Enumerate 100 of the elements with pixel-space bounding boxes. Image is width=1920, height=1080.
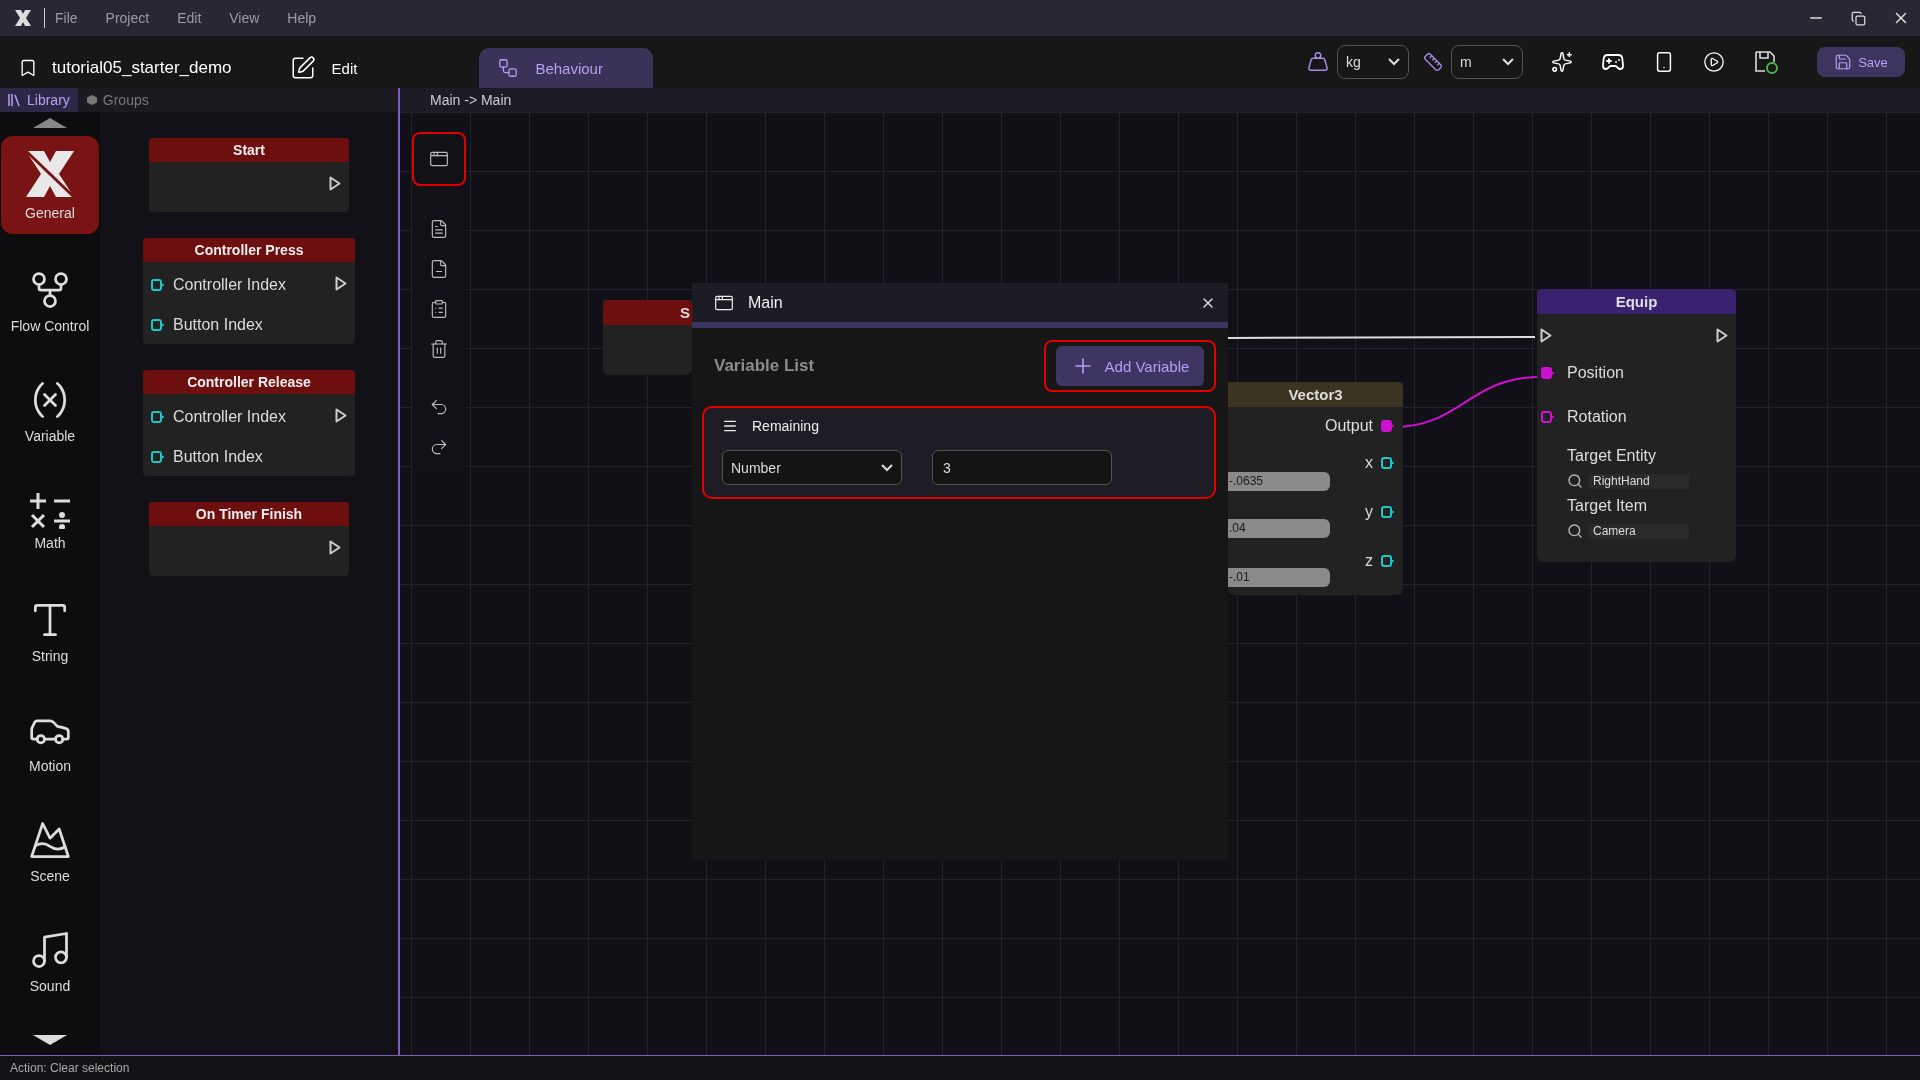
field-label: Target Entity — [1567, 447, 1656, 465]
mode-tab[interactable]: Behaviour — [479, 48, 654, 88]
breadcrumb: Main -> Main — [430, 92, 512, 108]
node-title: Equip — [1615, 293, 1658, 310]
general-logo-icon — [24, 149, 76, 199]
add-variable-button[interactable]: Add Variable — [1056, 346, 1204, 386]
number-field[interactable]: -.0635 — [1228, 472, 1330, 491]
menu-item[interactable]: Help — [287, 10, 317, 26]
node-title: Start — [149, 138, 349, 162]
menu-item[interactable]: View — [229, 10, 260, 26]
save-icon — [1834, 53, 1853, 71]
logo-icon — [14, 9, 32, 27]
save-sync-icon[interactable] — [1753, 49, 1779, 75]
library-node[interactable]: Start — [149, 138, 349, 212]
redo-icon — [429, 437, 449, 457]
category-item[interactable]: Motion — [1, 686, 99, 796]
scroll-down-icon[interactable] — [33, 1035, 67, 1045]
port-icon — [1381, 456, 1395, 469]
port-icon — [151, 279, 165, 291]
project-name: tutorial05_starter_demo — [52, 58, 232, 78]
type-select[interactable]: Number — [722, 450, 902, 485]
restore-icon[interactable] — [1851, 10, 1866, 26]
search-field[interactable]: RightHand — [1567, 471, 1736, 491]
math-icon — [28, 491, 72, 529]
save-button[interactable]: Save — [1817, 47, 1905, 77]
flow-port-icon — [1540, 328, 1552, 343]
port-label: Position — [1567, 364, 1624, 382]
category-item[interactable]: General — [1, 136, 99, 234]
category-item[interactable]: String — [1, 576, 99, 686]
search-field[interactable]: Camera — [1567, 521, 1736, 541]
workflow-icon — [497, 57, 520, 79]
mode-tab[interactable]: Edit — [289, 48, 384, 88]
document-icon — [429, 219, 449, 239]
sparkle-icon[interactable] — [1551, 51, 1573, 73]
port-label: Button Index — [173, 448, 263, 466]
flow-port-icon — [335, 276, 347, 291]
status-text: Action: Clear selection — [10, 1061, 130, 1075]
field-label: Target Item — [1567, 497, 1648, 515]
chevron-down-icon — [1388, 58, 1400, 66]
category-item[interactable]: Sound — [1, 906, 99, 1016]
category-item[interactable]: Scene — [1, 796, 99, 906]
menu-item[interactable]: Edit — [177, 10, 202, 26]
port-icon — [151, 411, 165, 423]
chevron-down-icon — [1502, 58, 1514, 66]
port-icon — [1381, 554, 1395, 567]
node-title: Vector3 — [1288, 386, 1343, 403]
port-label: Rotation — [1567, 408, 1627, 426]
library-node[interactable]: On Timer Finish — [149, 502, 349, 576]
port-icon — [1381, 505, 1395, 518]
value-field[interactable]: 3 — [932, 450, 1112, 485]
cube-icon — [85, 94, 98, 106]
library-node[interactable]: Controller Release Controller Index Button Index — [143, 370, 355, 476]
play-icon[interactable] — [1703, 51, 1725, 73]
edit-icon — [289, 55, 316, 81]
undo-icon — [429, 397, 449, 417]
tool-button[interactable] — [412, 132, 466, 186]
category-item[interactable]: Flow Control — [1, 246, 99, 356]
menu-icon[interactable] — [722, 418, 738, 434]
library-node[interactable]: Controller Press Controller Index Button Index — [143, 238, 355, 344]
flow-port-icon — [329, 176, 341, 191]
unit-select[interactable]: kg — [1337, 45, 1409, 79]
port-label: z — [1365, 551, 1373, 570]
dialog-title: Main — [748, 293, 783, 312]
port-label: Button Index — [173, 316, 263, 334]
number-field[interactable]: -.01 — [1228, 568, 1330, 587]
node-title: On Timer Finish — [149, 502, 349, 526]
flow-port-icon — [1716, 328, 1728, 343]
port-label: Controller Index — [173, 276, 286, 294]
unit-select[interactable]: m — [1451, 45, 1523, 79]
chevron-down-icon — [881, 463, 893, 472]
port-icon — [1541, 367, 1555, 379]
port-label: x — [1365, 453, 1373, 472]
books-icon — [8, 93, 22, 107]
port-icon — [1381, 420, 1395, 432]
paste-icon — [429, 299, 449, 319]
ruler-icon — [1423, 52, 1443, 72]
scroll-up-icon[interactable] — [33, 118, 67, 128]
section-heading: Variable List — [714, 356, 815, 376]
weight-icon — [1307, 51, 1329, 73]
node-title: Controller Release — [143, 370, 355, 394]
panel-icon — [429, 149, 449, 169]
document-minus-icon — [429, 259, 449, 279]
menu-item[interactable]: Project — [105, 10, 150, 26]
panel-tab[interactable]: Library — [0, 88, 78, 112]
port-label: Output — [1324, 417, 1373, 435]
search-icon — [1567, 473, 1583, 489]
flow-port-icon — [335, 408, 347, 423]
port-icon — [1541, 411, 1555, 423]
category-item[interactable]: Variable — [1, 356, 99, 466]
menu-item[interactable]: File — [55, 10, 78, 26]
panel-tab[interactable]: Groups — [77, 88, 157, 112]
delete-icon — [429, 339, 449, 359]
variable-name: Remaining — [752, 418, 819, 434]
port-icon — [151, 319, 165, 331]
search-icon — [1567, 523, 1583, 539]
flow-port-icon — [329, 540, 341, 555]
number-field[interactable]: .04 — [1228, 519, 1330, 538]
category-item[interactable]: Math — [1, 466, 99, 576]
node-title: Controller Press — [143, 238, 355, 262]
port-icon — [151, 451, 165, 463]
